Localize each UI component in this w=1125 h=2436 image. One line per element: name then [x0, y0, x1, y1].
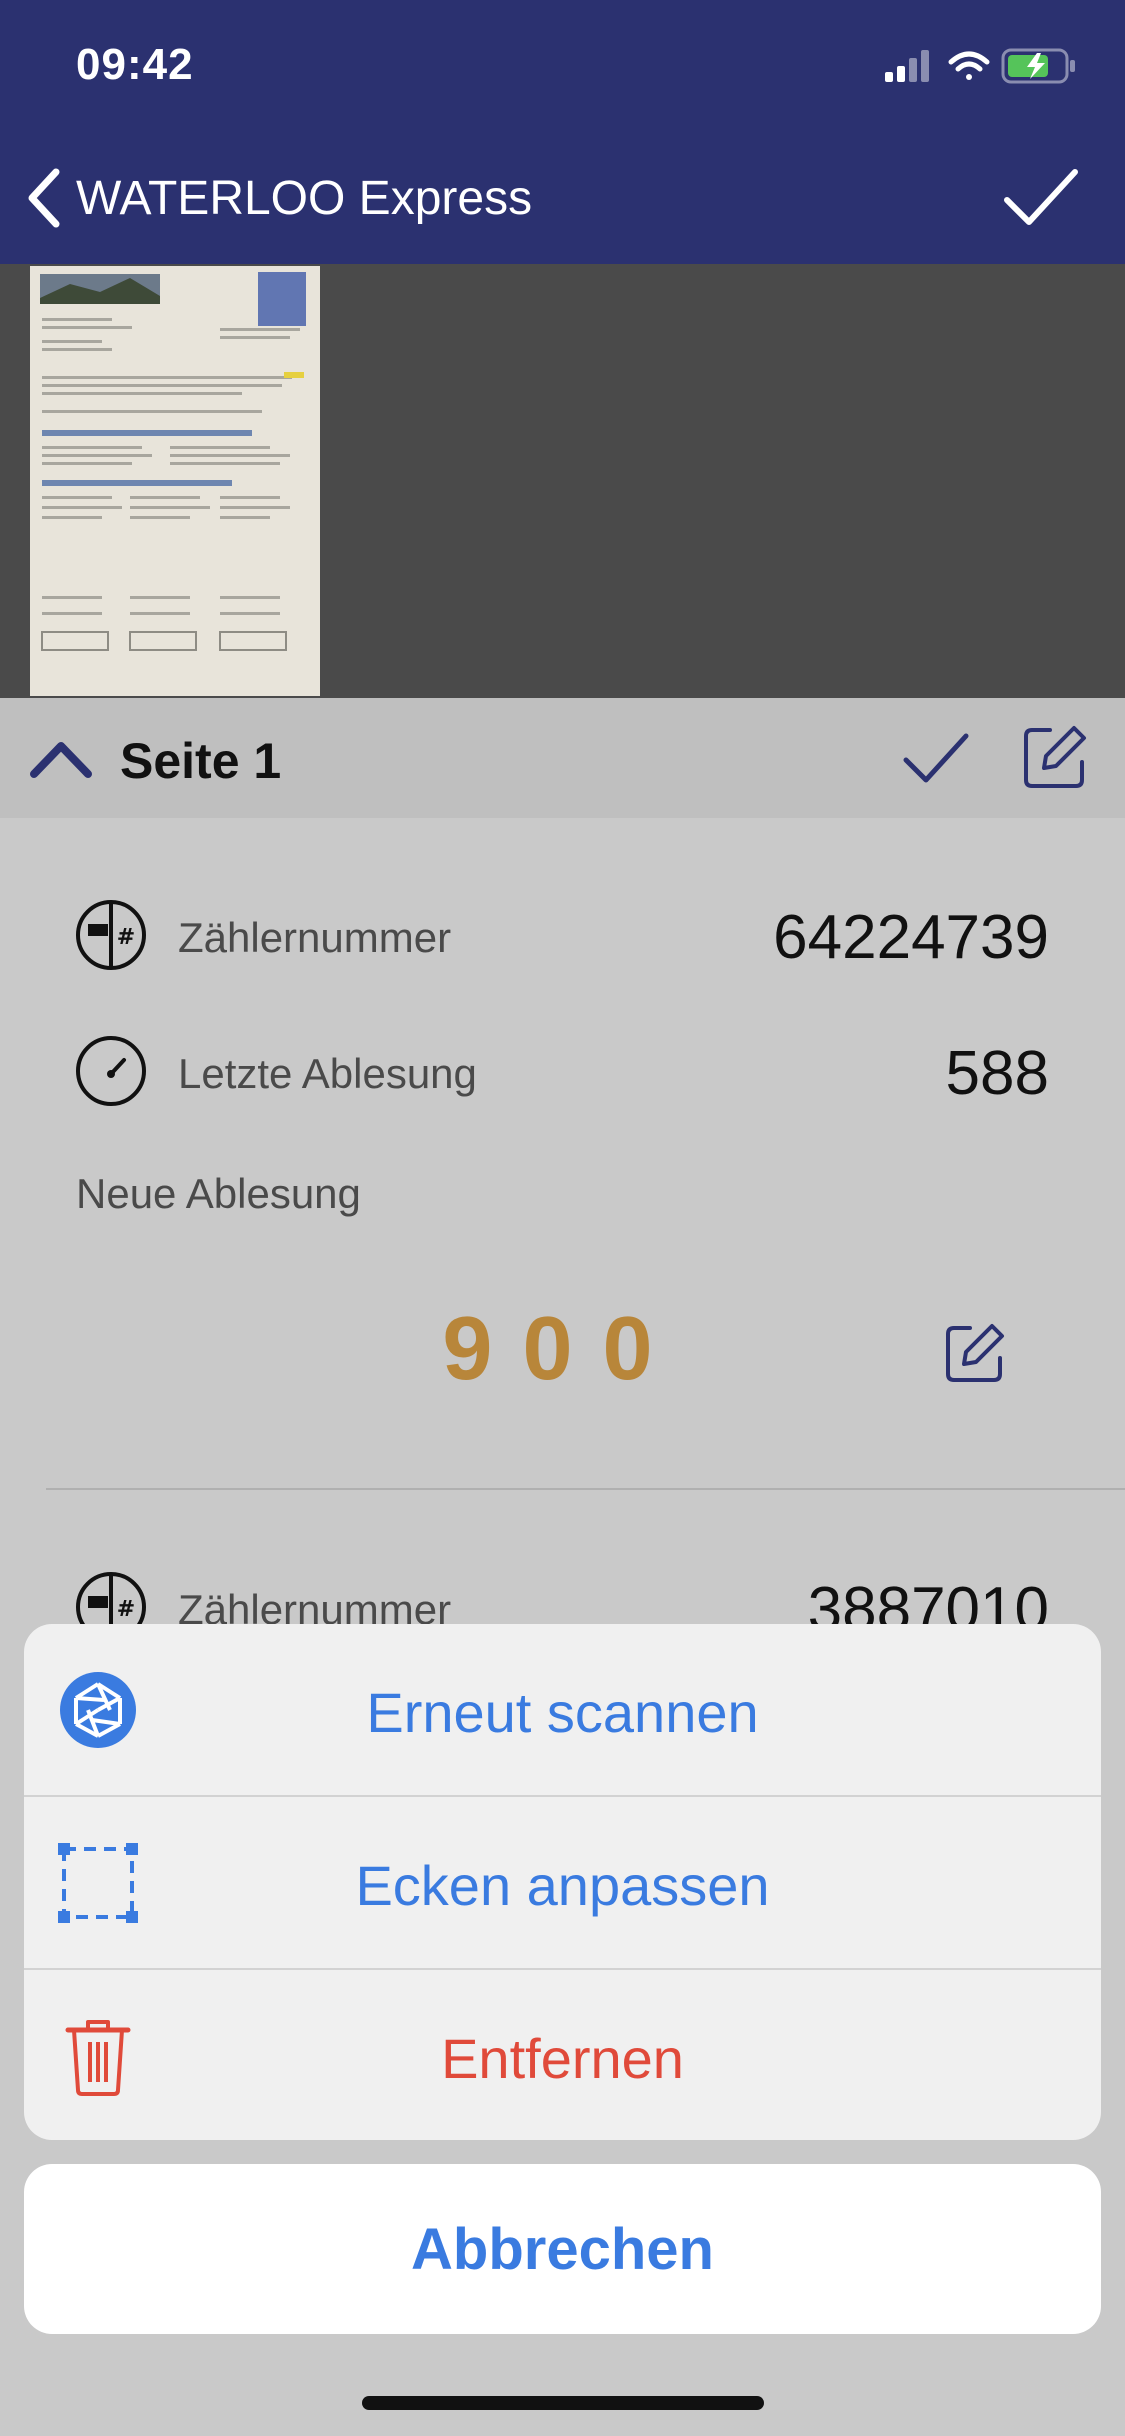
gauge-icon — [76, 1036, 146, 1106]
battery-icon — [1001, 48, 1075, 84]
navigation-bar: WATERLOO Express — [0, 132, 1125, 264]
scan-preview-strip — [0, 264, 1125, 698]
edit-reading-icon[interactable] — [944, 1322, 1006, 1384]
svg-text:#: # — [117, 1597, 135, 1622]
chevron-left-icon — [28, 168, 60, 228]
scanned-document-thumbnail[interactable] — [30, 266, 320, 696]
remove-button[interactable]: Entfernen — [24, 1970, 1101, 2140]
meter-number-value: 64224739 — [773, 903, 1049, 972]
home-indicator[interactable] — [362, 2396, 764, 2410]
new-reading-label: Neue Ablesung — [76, 1170, 361, 1217]
last-reading-label: Letzte Ablesung — [178, 1050, 477, 1097]
cancel-label: Abbrechen — [411, 2217, 714, 2282]
remove-label: Entfernen — [441, 2027, 684, 2090]
chevron-up-icon[interactable] — [26, 728, 96, 788]
document-image — [40, 272, 306, 651]
back-button-label: WATERLOO Express — [76, 171, 533, 225]
last-reading-row: Letzte Ablesung 588 — [74, 1030, 1049, 1110]
status-bar: 09:42 — [0, 0, 1125, 132]
signal-icon — [885, 50, 929, 82]
action-sheet: Erneut scannen Ecken anpassen Entfernen — [24, 1624, 1101, 2140]
page-section-header: Seite 1 — [0, 698, 1125, 818]
status-time: 09:42 — [76, 40, 194, 89]
meter-number-row: # Zählernummer 64224739 — [74, 894, 1049, 974]
checkmark-icon[interactable] — [1001, 162, 1081, 234]
divider — [46, 1488, 1125, 1490]
cancel-button[interactable]: Abbrechen — [24, 2164, 1101, 2334]
rescan-label: Erneut scannen — [366, 1681, 759, 1744]
back-button[interactable]: WATERLOO Express — [24, 162, 532, 234]
meter-number-icon: # — [76, 900, 146, 970]
edit-page-icon[interactable] — [1020, 722, 1090, 792]
page-title: Seite 1 — [120, 733, 282, 789]
meter-number-label: Zählernummer — [178, 914, 452, 961]
rescan-button[interactable]: Erneut scannen — [24, 1624, 1101, 1795]
adjust-corners-button[interactable]: Ecken anpassen — [24, 1797, 1101, 1968]
svg-text:#: # — [117, 925, 135, 950]
wifi-icon — [948, 51, 990, 80]
status-icons — [885, 48, 1075, 84]
confirm-page-checkmark-icon[interactable] — [900, 726, 972, 790]
last-reading-value: 588 — [945, 1039, 1049, 1108]
adjust-corners-label: Ecken anpassen — [355, 1854, 770, 1917]
